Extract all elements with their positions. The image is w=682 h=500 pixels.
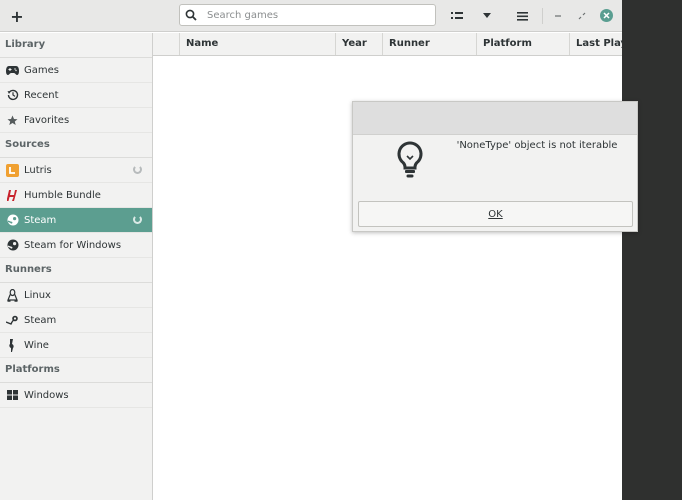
add-game-button[interactable]: + [6, 5, 28, 27]
column-header-name[interactable]: Name [179, 33, 335, 55]
sidebar-item-label: Favorites [24, 114, 70, 126]
lightbulb-icon [394, 140, 426, 180]
sidebar-item-label: Lutris [24, 164, 52, 176]
column-header-year[interactable]: Year [335, 33, 382, 55]
sidebar-item-favorites[interactable]: Favorites [0, 108, 152, 133]
steam-icon [6, 239, 19, 252]
column-header-last-played[interactable]: Last Played [569, 33, 622, 55]
sidebar-item-recent[interactable]: Recent [0, 83, 152, 108]
history-icon [6, 89, 19, 102]
wine-icon [6, 338, 19, 352]
minimize-button[interactable] [551, 5, 565, 27]
hamburger-icon [516, 12, 528, 21]
game-list-header: Name Year Runner Platform Last Played [153, 33, 622, 56]
sidebar-section-library: Library [0, 33, 152, 58]
sidebar-item-lutris[interactable]: Lutris [0, 158, 152, 183]
linux-icon [6, 288, 19, 302]
sidebar-item-windows[interactable]: Windows [0, 383, 152, 408]
search-box[interactable] [179, 4, 436, 26]
minimize-icon [555, 15, 561, 17]
restore-icon [578, 12, 586, 20]
list-view-icon [451, 12, 463, 19]
maximize-button[interactable] [575, 5, 589, 27]
sidebar-item-label: Linux [24, 289, 51, 301]
sidebar-item-label: Games [24, 64, 59, 76]
sidebar-item-label: Steam for Windows [24, 239, 122, 251]
sidebar-item-steam[interactable]: Steam [0, 208, 152, 233]
steam-runner-icon [6, 314, 19, 327]
search-icon [185, 9, 203, 21]
view-options-dropdown[interactable] [478, 5, 496, 27]
gamepad-icon [6, 64, 19, 77]
sidebar-item-steam-for-windows[interactable]: Steam for Windows [0, 233, 152, 258]
sidebar-item-wine[interactable]: Wine [0, 333, 152, 358]
chevron-down-icon [483, 13, 491, 18]
sidebar-item-label: Steam [24, 314, 57, 326]
sidebar-item-linux[interactable]: Linux [0, 283, 152, 308]
main-menu-button[interactable] [513, 5, 531, 27]
sidebar-item-label: Wine [24, 339, 49, 351]
sidebar-section-sources: Sources [0, 133, 152, 158]
lutris-window: + Library Games [0, 0, 622, 500]
column-header-platform[interactable]: Platform [476, 33, 569, 55]
steam-icon [6, 214, 19, 227]
sidebar-item-label: Windows [24, 389, 69, 401]
sidebar-item-label: Humble Bundle [24, 189, 101, 201]
column-header-runner[interactable]: Runner [382, 33, 476, 55]
dialog-message: 'NoneType' object is not iterable [456, 140, 618, 151]
windows-icon [6, 389, 19, 402]
sidebar-item-steam-runner[interactable]: Steam [0, 308, 152, 333]
loading-spinner-icon [133, 215, 142, 224]
lutris-icon [6, 163, 19, 177]
sidebar-section-platforms: Platforms [0, 358, 152, 383]
header-bar: + [0, 0, 622, 32]
ok-button[interactable]: OK [358, 201, 633, 227]
error-dialog: 'NoneType' object is not iterable OK [352, 101, 638, 232]
dialog-titlebar [353, 102, 637, 135]
sidebar-item-label: Steam [24, 214, 57, 226]
humble-icon [6, 189, 19, 202]
close-icon [603, 12, 610, 19]
close-button[interactable] [600, 9, 613, 22]
view-toggle-button[interactable] [448, 5, 466, 27]
sidebar: Library Games Recent Favorites Sources L… [0, 33, 153, 500]
header-separator [542, 8, 543, 24]
sidebar-section-runners: Runners [0, 258, 152, 283]
star-icon [6, 114, 19, 127]
search-input[interactable] [203, 9, 435, 21]
sidebar-item-humble-bundle[interactable]: Humble Bundle [0, 183, 152, 208]
loading-spinner-icon [133, 165, 142, 174]
sidebar-item-games[interactable]: Games [0, 58, 152, 83]
sidebar-item-label: Recent [24, 89, 59, 101]
column-header-icon[interactable] [153, 33, 179, 55]
